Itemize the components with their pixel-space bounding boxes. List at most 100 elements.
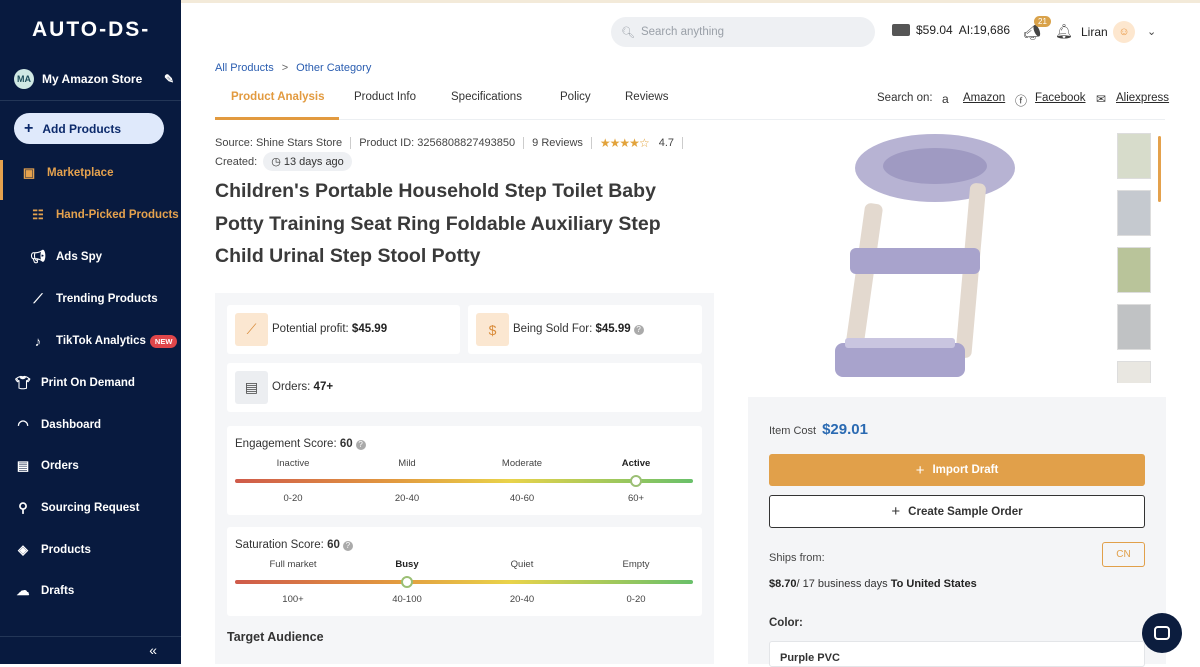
sidebar-item-label: Marketplace [47,167,114,179]
sidebar-item-label: Products [41,544,91,556]
sidebar-item-marketplace[interactable]: ▣ Marketplace [0,158,181,200]
sidebar-item-tiktok-analytics[interactable]: ♪ TikTok Analytics NEW [0,326,181,356]
thumbnail-image[interactable] [1117,190,1151,236]
search-on-amazon-link[interactable]: Amazon [963,92,1005,104]
saturation-range: 40-100 [392,594,422,605]
ships-from-country-button[interactable]: CN [1102,542,1145,567]
product-reviews-count: 9 Reviews [532,137,583,149]
add-products-button[interactable]: + Add Products [14,113,164,144]
help-icon[interactable]: ? [355,440,366,450]
username[interactable]: Liran [1081,25,1108,39]
help-icon[interactable]: ? [633,325,644,335]
bell-icon[interactable]: 🔔︎ [1055,23,1073,40]
sidebar-item-label: Hand-Picked Products [56,209,179,221]
saturation-score-label: Saturation Score: [235,539,324,551]
sidebar-item-dashboard[interactable]: ◠ Dashboard [0,410,181,440]
sidebar-item-label: Dashboard [41,419,102,431]
meta-divider [590,137,592,149]
tab-reviews[interactable]: Reviews [625,91,668,103]
store-name: My Amazon Store [42,72,143,86]
orders-text: Orders: 47+ [272,381,333,393]
color-select[interactable]: Purple PVC [769,641,1145,667]
import-draft-label: Import Draft [932,464,999,476]
saturation-score-title: Saturation Score: 60? [235,539,353,551]
product-tabs: Product Analysis Product Info Specificat… [215,84,1169,120]
orders-list-icon: ▤ [16,458,30,473]
potential-profit-label: Potential profit: [272,323,349,335]
sidebar-item-hand-picked-products[interactable]: ☷ Hand-Picked Products [0,200,181,230]
potential-profit-text: Potential profit: $45.99 [272,323,387,335]
chevron-down-icon[interactable]: ⌄ [1147,25,1156,38]
thumbnail-image[interactable] [1117,133,1151,179]
collapse-sidebar-button[interactable]: « [0,636,181,664]
sidebar-item-orders[interactable]: ▤ Orders [0,451,181,481]
create-sample-order-button[interactable]: + Create Sample Order [769,495,1145,528]
edit-pencil-icon[interactable]: ✎ [164,72,174,86]
thumbnail-image[interactable] [1117,304,1151,350]
sidebar-item-label: Sourcing Request [41,502,140,514]
sidebar-item-label: Orders [41,460,79,472]
sidebar-item-trending-products[interactable]: ⟋ Trending Products [0,284,181,314]
sidebar-item-print-on-demand[interactable]: 👕︎ Print On Demand [0,368,181,398]
orders-card: ▤ Orders: 47+ [227,363,702,412]
store-selector[interactable]: MA My Amazon Store ✎ [14,66,174,92]
search-icon: 🔍︎ [621,26,635,39]
autods-logo[interactable]: AUTO-DS- [32,18,150,42]
add-products-label: Add Products [42,121,122,136]
item-cost-label: Item Cost [769,425,817,437]
engagement-level-inactive: Inactive [276,458,310,469]
chat-support-button[interactable] [1142,613,1182,653]
trending-chart-icon: ⟋ [33,291,43,306]
thumbnail-image[interactable] [1117,247,1151,293]
meta-divider [523,137,525,149]
breadcrumb-all-products[interactable]: All Products [215,62,274,74]
created-pill: ◷ 13 days ago [263,152,352,171]
being-sold-for-value: $45.99 [595,323,631,335]
plus-icon: + [891,503,901,520]
engagement-score-marker [630,475,642,487]
item-cost: Item Cost $29.01 [769,421,868,438]
saturation-level-full-market: Full market [269,559,317,570]
shipping-cost: $8.70 [769,578,797,590]
created-label: Created: [215,155,258,168]
rating-stars-icon: ★★★★☆ [599,136,650,150]
tab-policy[interactable]: Policy [560,91,591,103]
thumbnail-scrollbar[interactable] [1158,136,1161,202]
sidebar-item-drafts[interactable]: ☁ Drafts [0,576,181,606]
orders-value: 47+ [313,381,334,393]
user-avatar[interactable]: ☺ [1113,21,1135,43]
search-on-facebook-link[interactable]: Facebook [1035,92,1086,104]
orders-label: Orders: [272,381,311,393]
sidebar-item-sourcing-request[interactable]: ⚲ Sourcing Request [0,493,181,523]
help-icon[interactable]: ? [342,541,353,551]
sidebar: AUTO-DS- MA My Amazon Store ✎ + Add Prod… [0,0,181,664]
thumbnail-image[interactable] [1117,361,1151,383]
product-main-image[interactable] [795,128,1035,393]
search-on-aliexpress-link[interactable]: Aliexpress [1116,92,1169,104]
tab-product-analysis[interactable]: Product Analysis [231,91,325,103]
wallet-balance[interactable]: $59.04 AI:19,686 [892,23,1010,37]
clock-icon: ◷ [271,156,284,168]
tab-specifications[interactable]: Specifications [451,91,522,103]
search-on-label: Search on: [877,92,933,104]
breadcrumb-other-category[interactable]: Other Category [296,62,371,74]
import-draft-button[interactable]: + Import Draft [769,454,1145,486]
profit-chart-icon: ⟋ [235,313,268,346]
megaphone-icon: 📢︎ [29,249,47,264]
engagement-level-active: Active [621,458,651,469]
sidebar-item-ads-spy[interactable]: 📢︎ Ads Spy [0,242,181,272]
tab-product-info[interactable]: Product Info [354,91,416,103]
being-sold-for-text: Being Sold For: $45.99? [513,323,644,335]
engagement-range: 40-60 [509,493,535,504]
sidebar-item-products[interactable]: ◈ Products [0,535,181,565]
create-sample-order-label: Create Sample Order [908,505,1023,518]
saturation-level-busy: Busy [395,559,419,570]
box-icon: ◈ [18,542,28,557]
target-audience-heading: Target Audience [227,630,324,644]
dollar-icon: $ [476,313,509,346]
shipping-info: $8.70/ 17 business days To United States [769,578,977,590]
breadcrumb-separator-icon: > [281,62,289,74]
wallet-icon [892,24,910,36]
saturation-score-marker [401,576,413,588]
global-search-input[interactable]: 🔍︎ Search anything [611,17,875,47]
